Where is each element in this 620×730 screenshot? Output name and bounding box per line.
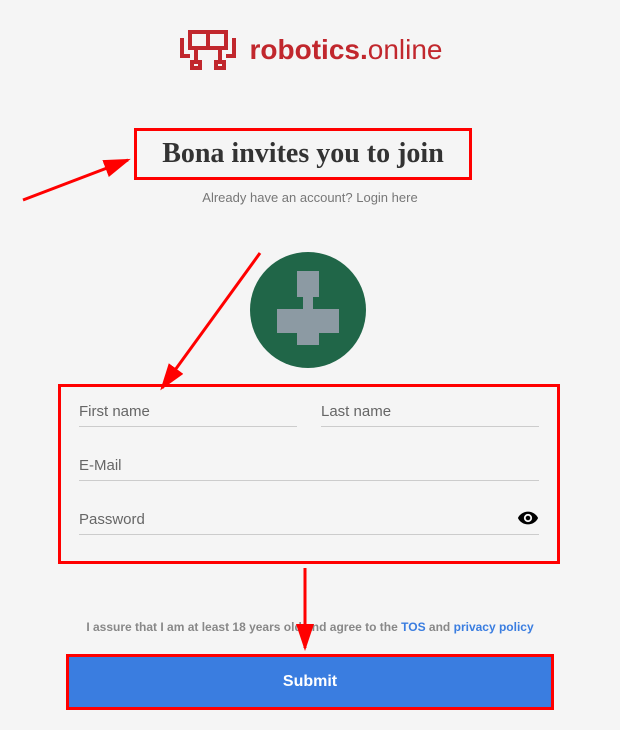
heading-highlight-box: Bona invites you to join [134,128,472,180]
eye-icon[interactable] [517,507,539,529]
privacy-link[interactable]: privacy policy [454,620,534,634]
avatar [250,252,366,368]
password-field[interactable] [79,505,539,535]
first-name-field[interactable] [79,397,297,427]
login-link[interactable]: Already have an account? Login here [0,190,620,205]
email-field[interactable] [79,451,539,481]
submit-highlight-box: Submit [66,654,554,710]
age-disclaimer: I assure that I am at least 18 years old… [0,620,620,634]
last-name-field[interactable] [321,397,539,427]
signup-form-highlight-box [58,384,560,564]
logo-text: robotics.online [250,34,443,66]
annotation-arrow-3 [290,566,320,656]
logo-icon [178,28,238,72]
invite-heading: Bona invites you to join [162,138,444,170]
submit-button[interactable]: Submit [69,657,551,707]
avatar-icon [263,263,353,358]
brand-logo: robotics.online [0,0,620,72]
tos-link[interactable]: TOS [401,620,425,634]
